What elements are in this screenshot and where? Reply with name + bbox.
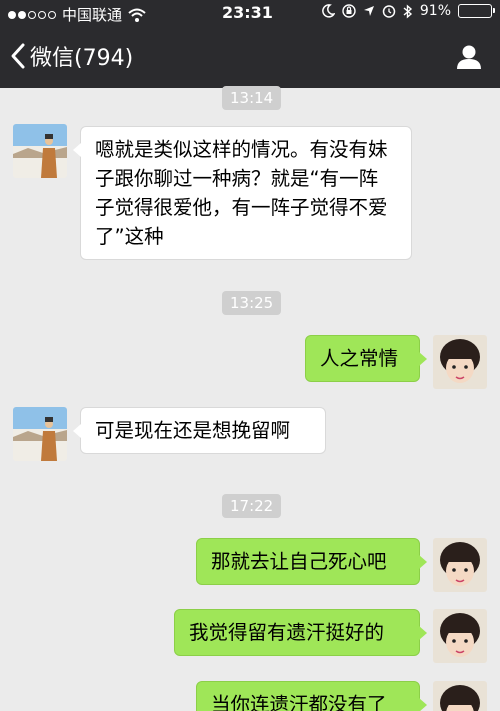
chevron-left-icon <box>11 43 25 69</box>
alarm-icon <box>382 5 396 18</box>
my-avatar[interactable] <box>433 609 487 663</box>
message-sent[interactable]: 当你连遗汗都没有了 <box>196 681 427 711</box>
rotation-lock-icon <box>342 4 356 18</box>
contact-avatar[interactable] <box>13 407 67 461</box>
status-left: 中国联通 <box>8 4 146 25</box>
carrier-label: 中国联通 <box>62 6 123 24</box>
timestamp: 17:22 <box>222 494 282 518</box>
my-avatar[interactable] <box>433 335 487 389</box>
battery-icon <box>458 4 495 18</box>
profile-button[interactable] <box>456 44 482 74</box>
contact-avatar[interactable] <box>13 124 67 178</box>
message-received[interactable]: 可是现在还是想挽留啊 <box>73 407 326 454</box>
wifi-icon <box>128 8 146 22</box>
timestamp: 13:14 <box>222 86 282 110</box>
message-sent[interactable]: 那就去让自己死心吧 <box>196 538 427 585</box>
location-icon <box>363 6 374 16</box>
chat-area[interactable]: 13:14 嗯就是类似这样的情况。有没有妹子跟你聊过一种病？就是“有一阵子觉得很… <box>0 86 500 711</box>
timestamp: 13:25 <box>222 291 282 315</box>
battery-percent: 91% <box>419 3 451 19</box>
status-right: 91% <box>321 3 495 19</box>
nav-bar: 微信(794) <box>0 28 500 88</box>
person-icon <box>457 45 481 69</box>
message-received[interactable]: 嗯就是类似这样的情况。有没有妹子跟你聊过一种病？就是“有一阵子觉得很爱他，有一阵… <box>73 126 412 260</box>
status-bar: 中国联通 23:31 91% <box>0 0 500 28</box>
signal-strength-icon <box>8 10 56 19</box>
clock: 23:31 <box>222 3 273 22</box>
bluetooth-icon <box>403 3 412 19</box>
back-label: 微信(794) <box>30 46 134 71</box>
my-avatar[interactable] <box>433 681 487 711</box>
my-avatar[interactable] <box>433 538 487 592</box>
back-button[interactable]: 微信(794) <box>10 40 133 72</box>
message-sent[interactable]: 我觉得留有遗汗挺好的 <box>174 609 427 656</box>
message-sent[interactable]: 人之常情 <box>305 335 427 382</box>
moon-icon <box>322 4 335 18</box>
